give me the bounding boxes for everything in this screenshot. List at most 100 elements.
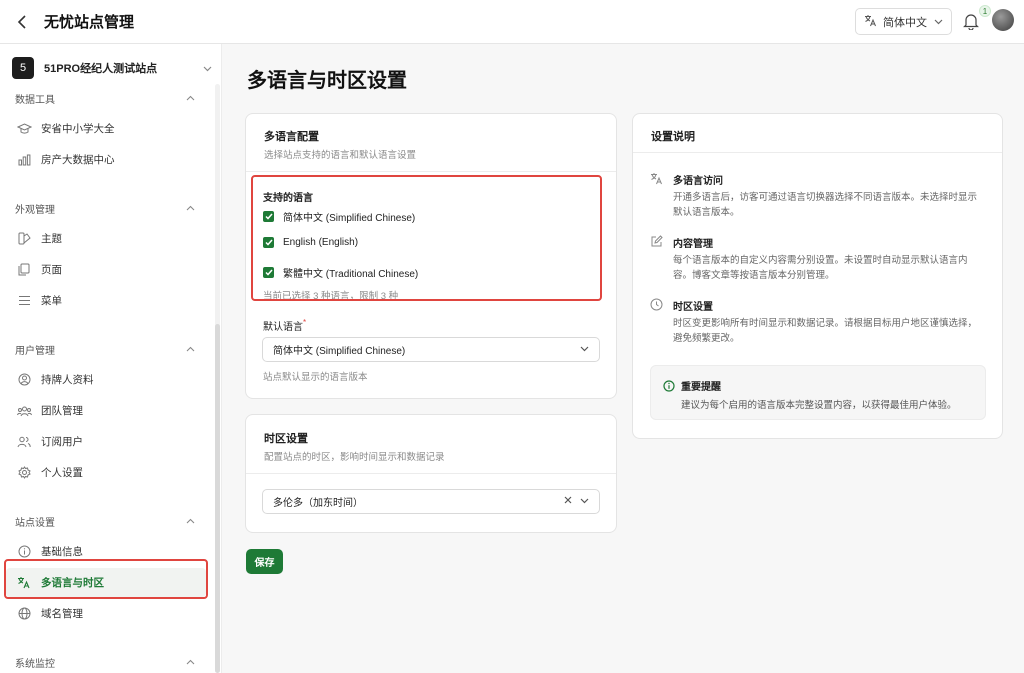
site-badge: 5 bbox=[12, 57, 34, 79]
site-selector[interactable]: 5 51PRO经纪人测试站点 bbox=[12, 56, 212, 80]
card-title: 设置说明 bbox=[651, 131, 695, 143]
group-data-tools[interactable]: 数据工具 bbox=[15, 91, 195, 106]
group-label: 系统监控 bbox=[15, 659, 55, 670]
info-icon bbox=[16, 544, 32, 560]
back-arrow-icon[interactable] bbox=[14, 14, 30, 30]
language-count-text: 当前已选择 3 种语言，限制 3 种 bbox=[263, 291, 399, 302]
translate-icon bbox=[16, 575, 32, 591]
group-users[interactable]: 用户管理 bbox=[15, 342, 195, 357]
chevron-down-icon bbox=[580, 496, 589, 507]
group-label: 用户管理 bbox=[15, 346, 55, 357]
graduation-cap-icon bbox=[16, 121, 32, 137]
palette-icon bbox=[16, 231, 32, 247]
sidebar-item-label: 订阅用户 bbox=[41, 436, 83, 448]
chevron-down-icon bbox=[934, 16, 943, 28]
team-icon bbox=[16, 403, 32, 419]
default-language-select[interactable]: 简体中文 (Simplified Chinese) bbox=[262, 337, 600, 362]
sidebar-item-menu[interactable]: 菜单 bbox=[6, 286, 206, 315]
checkbox-checked-icon[interactable] bbox=[263, 267, 274, 278]
checkbox-label: 繁體中文 (Traditional Chinese) bbox=[283, 269, 419, 280]
notice-title: 重要提醒 bbox=[681, 382, 721, 393]
select-value: 多伦多（加东时间） bbox=[273, 498, 363, 509]
chevron-down-icon bbox=[203, 59, 212, 77]
sidebar-item-i18n[interactable]: 多语言与时区 bbox=[6, 568, 206, 597]
scrollbar-thumb[interactable] bbox=[215, 324, 220, 673]
save-button[interactable]: 保存 bbox=[246, 549, 283, 574]
language-switcher[interactable]: 简体中文 bbox=[855, 8, 952, 35]
user-circle-icon bbox=[16, 372, 32, 388]
sidebar-item-personal[interactable]: 个人设置 bbox=[6, 458, 206, 487]
sidebar-item-domain[interactable]: 域名管理 bbox=[6, 599, 206, 628]
pages-icon bbox=[16, 262, 32, 278]
chevron-up-icon bbox=[186, 344, 195, 355]
group-label: 外观管理 bbox=[15, 205, 55, 216]
sidebar-item-label: 基础信息 bbox=[41, 546, 83, 558]
sidebar-item-subscribers[interactable]: 订阅用户 bbox=[6, 427, 206, 456]
clear-icon[interactable] bbox=[564, 496, 572, 507]
chevron-up-icon bbox=[186, 657, 195, 668]
notification-badge: 1 bbox=[979, 5, 991, 17]
gear-icon bbox=[16, 465, 32, 481]
language-checkbox-zh-hant[interactable]: 繁體中文 (Traditional Chinese) bbox=[263, 265, 418, 280]
sidebar-item-realestate[interactable]: 房产大数据中心 bbox=[6, 145, 206, 174]
notice-text: 建议为每个启用的语言版本完整设置内容，以获得最佳用户体验。 bbox=[681, 400, 957, 411]
group-appearance[interactable]: 外观管理 bbox=[15, 201, 195, 216]
language-checkbox-en[interactable]: English (English) bbox=[263, 237, 358, 248]
timezone-select[interactable]: 多伦多（加东时间） bbox=[262, 489, 600, 514]
sidebar-item-label: 域名管理 bbox=[41, 608, 83, 620]
sidebar-item-label: 房产大数据中心 bbox=[41, 154, 115, 166]
sidebar-item-pages[interactable]: 页面 bbox=[6, 255, 206, 284]
sidebar-item-label: 安省中小学大全 bbox=[41, 123, 115, 135]
info-icon bbox=[663, 379, 675, 397]
select-value: 简体中文 (Simplified Chinese) bbox=[273, 346, 406, 357]
group-label: 数据工具 bbox=[15, 95, 55, 106]
sidebar-item-basic[interactable]: 基础信息 bbox=[6, 537, 206, 566]
checkbox-checked-icon[interactable] bbox=[263, 237, 274, 248]
card-subtitle: 选择站点支持的语言和默认语言设置 bbox=[264, 150, 417, 161]
sidebar-item-schools[interactable]: 安省中小学大全 bbox=[6, 114, 206, 143]
users-icon bbox=[16, 434, 32, 450]
language-checkbox-zh-hans[interactable]: 简体中文 (Simplified Chinese) bbox=[263, 209, 415, 224]
info-item-title: 内容管理 bbox=[673, 239, 713, 250]
sidebar-item-label: 菜单 bbox=[41, 295, 62, 307]
timezone-card: 时区设置 配置站点的时区，影响时间显示和数据记录 bbox=[245, 414, 617, 533]
checkbox-label: English (English) bbox=[283, 237, 359, 248]
page-title: 多语言与时区设置 bbox=[247, 70, 407, 92]
edit-icon bbox=[650, 235, 663, 248]
info-item-desc: 开通多语言后，访客可通过语言切换器选择不同语言版本。未选择时显示默认语言版本。 bbox=[673, 192, 978, 218]
chevron-up-icon bbox=[186, 93, 195, 104]
important-notice: 重要提醒 建议为每个启用的语言版本完整设置内容，以获得最佳用户体验。 bbox=[650, 365, 986, 420]
sidebar-item-label: 主题 bbox=[41, 233, 62, 245]
bar-chart-icon bbox=[16, 152, 32, 168]
default-language-hint: 站点默认显示的语言版本 bbox=[263, 372, 368, 383]
bell-icon[interactable] bbox=[963, 12, 979, 31]
sidebar-item-label: 页面 bbox=[41, 264, 62, 276]
card-subtitle: 配置站点的时区，影响时间显示和数据记录 bbox=[264, 452, 445, 463]
chevron-down-icon bbox=[580, 344, 589, 355]
avatar[interactable] bbox=[992, 9, 1014, 31]
language-label: 简体中文 bbox=[883, 16, 927, 29]
info-item-desc: 时区变更影响所有时间显示和数据记录。请根据目标用户地区谨慎选择，避免频繁更改。 bbox=[673, 318, 978, 344]
default-language-label: 默认语言 * bbox=[263, 318, 306, 333]
sidebar: 5 51PRO经纪人测试站点 数据工具 安省中小学大全 房产大数据中心 外观管理… bbox=[0, 44, 222, 673]
field-label: 默认语言 bbox=[263, 322, 303, 333]
sidebar-item-theme[interactable]: 主题 bbox=[6, 224, 206, 253]
translate-icon bbox=[650, 172, 663, 185]
sidebar-item-team[interactable]: 团队管理 bbox=[6, 396, 206, 425]
divider bbox=[633, 152, 1002, 153]
globe-icon bbox=[16, 606, 32, 622]
sidebar-item-license-info[interactable]: 持牌人资料 bbox=[6, 365, 206, 394]
app-title: 无忧站点管理 bbox=[44, 14, 135, 31]
group-site-settings[interactable]: 站点设置 bbox=[15, 514, 195, 529]
info-item-title: 时区设置 bbox=[673, 302, 713, 313]
sidebar-item-label: 团队管理 bbox=[41, 405, 83, 417]
site-name: 51PRO经纪人测试站点 bbox=[44, 63, 158, 75]
card-title: 时区设置 bbox=[264, 433, 308, 445]
required-mark: * bbox=[303, 318, 307, 327]
info-item-desc: 每个语言版本的自定义内容需分别设置。未设置时自动显示默认语言内容。博客文章等按语… bbox=[673, 255, 968, 281]
chevron-up-icon bbox=[186, 203, 195, 214]
checkbox-checked-icon[interactable] bbox=[263, 211, 274, 222]
group-monitoring[interactable]: 系统监控 bbox=[15, 655, 195, 670]
supported-languages-label: 支持的语言 bbox=[263, 193, 313, 204]
translate-icon bbox=[864, 14, 877, 30]
